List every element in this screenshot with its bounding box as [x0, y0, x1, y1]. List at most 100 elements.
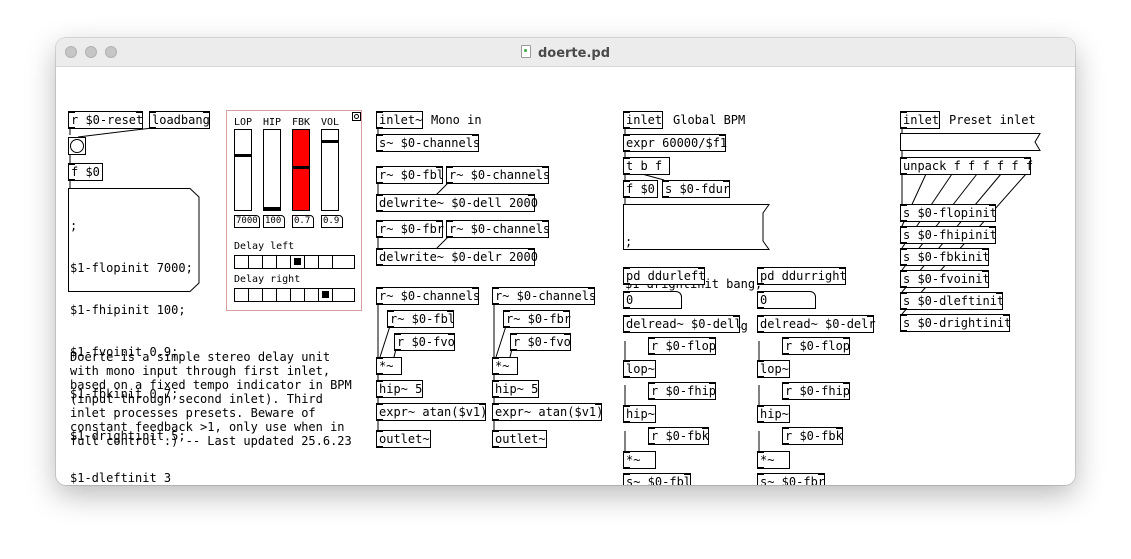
inlet-tab[interactable]: [989, 226, 996, 228]
inlet-tab[interactable]: [698, 267, 705, 269]
multiply-signal-object[interactable]: *~: [376, 357, 402, 375]
preset-message-box[interactable]: [900, 133, 1044, 152]
inlet-tab[interactable]: [387, 310, 394, 312]
inlet-tab[interactable]: [447, 310, 454, 312]
lowpass-object[interactable]: lop~: [623, 360, 656, 378]
inlet-tab[interactable]: [136, 111, 143, 113]
highpass-object[interactable]: hip~ 5: [492, 380, 539, 398]
outlet-tab[interactable]: [623, 196, 630, 198]
radio-cell[interactable]: [277, 256, 291, 268]
inlet-tab[interactable]: [542, 220, 549, 222]
outlet-tab[interactable]: [757, 467, 764, 469]
outlet-tab[interactable]: [492, 446, 499, 448]
delwrite-left-object[interactable]: delwrite~ $0-dell 2000: [376, 194, 538, 212]
outlet-tab[interactable]: [376, 127, 383, 129]
outlet-tab[interactable]: [623, 467, 630, 469]
delay-left-radio[interactable]: [234, 255, 355, 269]
inlet-tab[interactable]: [662, 180, 669, 182]
inlet-tab[interactable]: [376, 248, 383, 250]
inlet-tab[interactable]: [68, 163, 75, 165]
number-atom-right[interactable]: 0: [757, 291, 816, 309]
inlet-tab[interactable]: [900, 111, 907, 113]
inlet-tab[interactable]: [492, 380, 499, 382]
inlet-tab[interactable]: [595, 403, 602, 405]
outlet-tab[interactable]: [492, 419, 499, 421]
slider-number-box[interactable]: 0.9: [321, 215, 343, 228]
outlet-tab[interactable]: [446, 236, 453, 238]
outlet-tab[interactable]: [376, 419, 383, 421]
receive-channels-object[interactable]: r~ $0-channels: [446, 220, 550, 238]
inlet-tab[interactable]: [492, 430, 499, 432]
outlet-tab[interactable]: [503, 326, 510, 328]
outlet-tab[interactable]: [757, 331, 764, 333]
number-atom-left[interactable]: 0: [623, 291, 682, 309]
receive-fbl-object[interactable]: r~ $0-fbl: [376, 166, 444, 184]
inlet-tab[interactable]: [1003, 314, 1010, 316]
receive-reset-object[interactable]: r $0-reset: [68, 111, 143, 129]
receive-fhip-object[interactable]: r $0-fhip: [648, 382, 716, 400]
outlet-tab[interactable]: [68, 179, 75, 181]
inlet-tab[interactable]: [982, 248, 989, 250]
radio-cell[interactable]: [263, 289, 277, 301]
receive-flop-object[interactable]: r $0-flop: [782, 337, 850, 355]
outlet-tab[interactable]: [68, 127, 75, 129]
outlet-tab[interactable]: [376, 150, 383, 152]
outlet-tab[interactable]: [782, 398, 789, 400]
inlet-tab[interactable]: [900, 204, 907, 206]
inlet-tab[interactable]: [376, 357, 383, 359]
unpack-object[interactable]: unpack f f f f f f: [900, 157, 1033, 175]
inlet-tab[interactable]: [623, 134, 630, 136]
inlet-tab[interactable]: [68, 111, 75, 113]
delread-right-object[interactable]: delread~ $0-delr: [757, 315, 876, 333]
inlet-tab[interactable]: [757, 360, 764, 362]
inlet-tab[interactable]: [623, 315, 630, 317]
outlet-tab[interactable]: [900, 330, 907, 332]
outlet-tab[interactable]: [376, 373, 383, 375]
outlet-tab[interactable]: [376, 236, 383, 238]
send-fvoinit-object[interactable]: s $0-fvoinit: [900, 270, 990, 288]
reset-bang-icon[interactable]: [352, 112, 361, 121]
send-dleftinit-object[interactable]: s $0-dleftinit: [900, 292, 1004, 310]
signal-inlet-object[interactable]: inlet~: [376, 111, 423, 129]
receive-flop-object[interactable]: r $0-flop: [648, 337, 716, 355]
atan-expr-object[interactable]: expr~ atan($v1): [492, 403, 603, 421]
outlet-tab[interactable]: [757, 307, 764, 309]
outlet-tab[interactable]: [492, 373, 499, 375]
outlet-tab[interactable]: [376, 264, 383, 266]
bpm-expr-object[interactable]: expr 60000/$f1: [623, 134, 727, 152]
inlet-tab[interactable]: [709, 337, 716, 339]
inlet-tab[interactable]: [203, 111, 210, 113]
inlet-tab[interactable]: [376, 403, 383, 405]
multiply-signal-object[interactable]: *~: [492, 357, 518, 375]
radio-cell[interactable]: [235, 289, 249, 301]
inlet-tab[interactable]: [376, 220, 383, 222]
outlet-tab[interactable]: [376, 182, 383, 184]
receive-fbk-object[interactable]: r $0-fbk: [782, 427, 843, 445]
outlet-tab[interactable]: [623, 173, 630, 175]
outlet-tab[interactable]: [900, 242, 907, 244]
inlet-tab[interactable]: [623, 111, 630, 113]
delwrite-right-object[interactable]: delwrite~ $0-delr 2000: [376, 248, 538, 266]
vertical-slider-lop[interactable]: [234, 129, 252, 211]
send-fdur-object[interactable]: s $0-fdur: [662, 180, 730, 198]
inlet-tab[interactable]: [723, 180, 730, 182]
outlet-tab[interactable]: [782, 443, 789, 445]
inlet-tab[interactable]: [588, 287, 595, 289]
receive-fvo-object[interactable]: r $0-fvo: [394, 333, 455, 351]
float-dollar-zero-object[interactable]: f $0: [68, 163, 103, 181]
inlet-tab[interactable]: [1024, 157, 1031, 159]
inlet-tab[interactable]: [376, 111, 383, 113]
inlet-tab[interactable]: [782, 382, 789, 384]
outlet-tab[interactable]: [782, 353, 789, 355]
inlet-tab[interactable]: [528, 194, 535, 196]
inlet-tab[interactable]: [684, 473, 691, 475]
receive-channels-object[interactable]: r~ $0-channels: [376, 287, 480, 305]
radio-cell[interactable]: [235, 256, 249, 268]
inlet-tab[interactable]: [989, 204, 996, 206]
slider-knob[interactable]: [264, 207, 280, 210]
outlet-tab[interactable]: [623, 421, 630, 423]
highpass-object[interactable]: hip~ 5: [376, 380, 423, 398]
inlet-tab[interactable]: [492, 403, 499, 405]
inlet-tab[interactable]: [510, 333, 517, 335]
radio-cell[interactable]: [249, 256, 263, 268]
